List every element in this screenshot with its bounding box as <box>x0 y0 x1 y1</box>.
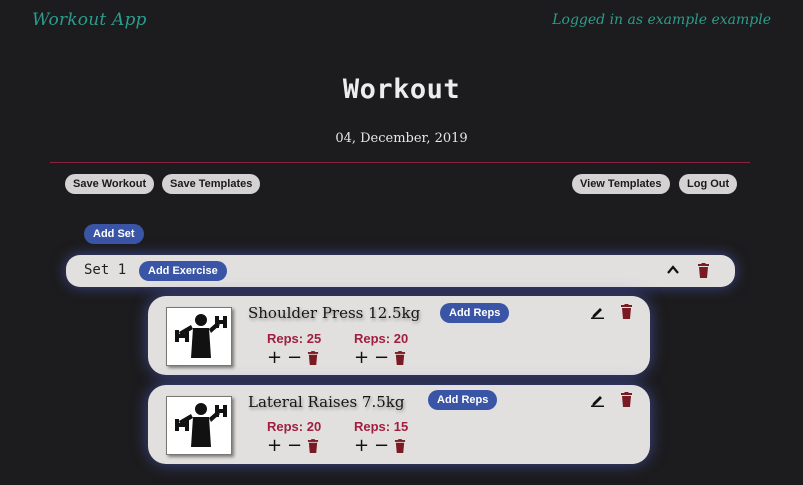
chevron-up-icon[interactable] <box>666 264 680 276</box>
reps-controls: + − <box>267 437 319 455</box>
plus-icon[interactable]: + <box>354 349 369 367</box>
minus-icon[interactable]: − <box>374 349 389 367</box>
log-out-button[interactable]: Log Out <box>679 174 738 194</box>
workout-page: Workout App Logged in as example example… <box>0 0 803 485</box>
save-templates-button[interactable]: Save Templates <box>162 174 261 194</box>
add-reps-button[interactable]: Add Reps <box>440 303 510 323</box>
minus-icon[interactable]: − <box>374 437 389 455</box>
plus-icon[interactable]: + <box>267 437 282 455</box>
trash-icon[interactable] <box>307 350 319 366</box>
minus-icon[interactable]: − <box>287 437 302 455</box>
add-exercise-button[interactable]: Add Exercise <box>139 261 227 281</box>
exercise-card: Lateral Raises 7.5kg Add Reps Reps: 20 +… <box>148 385 650 464</box>
reps-controls: + − <box>267 349 319 367</box>
trash-icon[interactable] <box>697 263 710 279</box>
trash-icon[interactable] <box>620 304 633 320</box>
view-templates-button[interactable]: View Templates <box>572 174 670 194</box>
header-divider <box>50 162 750 163</box>
set-label: Set 1 <box>84 262 127 278</box>
exercise-card: Shoulder Press 12.5kg Add Reps Reps: 25 … <box>148 296 650 375</box>
add-reps-button[interactable]: Add Reps <box>428 390 498 410</box>
app-brand[interactable]: Workout App <box>32 10 147 30</box>
plus-icon[interactable]: + <box>267 349 282 367</box>
add-set-button[interactable]: Add Set <box>84 224 144 244</box>
set-header: Set 1 Add Exercise <box>66 255 735 287</box>
save-workout-button[interactable]: Save Workout <box>65 174 155 194</box>
workout-date: 04, December, 2019 <box>335 131 468 146</box>
reps-label: Reps: 25 <box>267 331 322 346</box>
page-title: Workout <box>342 74 461 105</box>
reps-label: Reps: 20 <box>354 331 409 346</box>
pencil-icon[interactable] <box>590 392 605 407</box>
reps-controls: + − <box>354 437 406 455</box>
reps-controls: + − <box>354 349 406 367</box>
plus-icon[interactable]: + <box>354 437 369 455</box>
pencil-icon[interactable] <box>590 304 605 319</box>
minus-icon[interactable]: − <box>287 349 302 367</box>
exercise-image <box>166 307 232 366</box>
exercise-image <box>166 396 232 455</box>
trash-icon[interactable] <box>394 350 406 366</box>
reps-label: Reps: 20 <box>267 419 322 434</box>
trash-icon[interactable] <box>307 438 319 454</box>
dumbbell-person-icon <box>175 314 227 358</box>
reps-label: Reps: 15 <box>354 419 409 434</box>
exercise-name: Shoulder Press 12.5kg <box>248 304 421 322</box>
exercise-name: Lateral Raises 7.5kg <box>248 393 405 411</box>
login-status: Logged in as example example <box>552 12 771 28</box>
dumbbell-person-icon <box>175 403 227 447</box>
trash-icon[interactable] <box>394 438 406 454</box>
trash-icon[interactable] <box>620 392 633 408</box>
